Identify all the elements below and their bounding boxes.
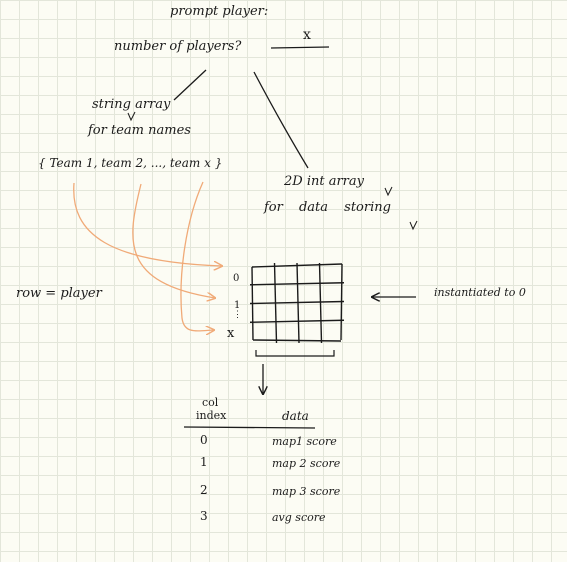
grid-row-line xyxy=(249,319,345,323)
int-array-label: 2D int array xyxy=(284,174,364,189)
legend-index-1: 1 xyxy=(200,455,208,469)
grid-bottom-edge xyxy=(252,339,342,342)
orange-arrow-team1 xyxy=(73,182,222,266)
branch-line-right xyxy=(253,71,309,169)
players-question: number of players? xyxy=(114,39,242,54)
orange-arrow-team2 xyxy=(132,183,215,298)
check-mark-string xyxy=(127,111,136,122)
grid-col-line xyxy=(318,262,323,344)
answer-underline xyxy=(270,46,330,49)
grid-col-line xyxy=(296,262,300,344)
legend-index-3: 3 xyxy=(200,509,208,523)
grid-row-line xyxy=(249,300,345,305)
branch-line-left xyxy=(173,69,207,101)
col-header-line2: index xyxy=(196,409,227,422)
legend-data-0: map1 score xyxy=(272,435,337,448)
legend-index-0: 0 xyxy=(200,433,208,447)
legend-underline xyxy=(183,426,316,429)
data-header: data xyxy=(282,409,309,423)
int-array-purpose: for data storing xyxy=(264,200,391,215)
team-names-set: { Team 1, team 2, ..., team x } xyxy=(38,156,223,170)
diagram-lines xyxy=(73,46,418,429)
row-index-ellipsis: ⋮ xyxy=(233,310,242,320)
row-player-label: row = player xyxy=(16,286,102,301)
row-index-x: x xyxy=(227,326,235,341)
legend-data-2: map 3 score xyxy=(272,485,341,498)
players-answer: x xyxy=(303,27,311,43)
legend-data-3: avg score xyxy=(272,511,326,524)
legend-index-2: 2 xyxy=(200,483,208,497)
instantiated-note: instantiated to 0 xyxy=(434,286,526,299)
check-mark-array xyxy=(384,186,393,197)
string-array-label: string array xyxy=(92,97,171,112)
orange-arrow-teamx xyxy=(180,181,214,331)
prompt-title: prompt player: xyxy=(170,4,269,19)
data-grid xyxy=(249,262,345,344)
legend-data-1: map 2 score xyxy=(272,457,341,470)
string-array-purpose: for team names xyxy=(88,123,191,138)
row-index-0: 0 xyxy=(233,273,240,284)
grid-col-line xyxy=(273,262,278,344)
grid-bracket xyxy=(255,350,335,357)
col-header-line1: col xyxy=(202,396,219,409)
check-mark-storing xyxy=(409,220,418,231)
